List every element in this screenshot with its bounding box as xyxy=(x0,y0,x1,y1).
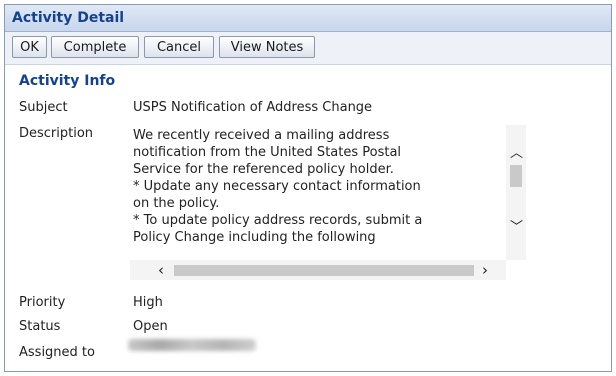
description-label: Description xyxy=(19,126,94,141)
status-value: Open xyxy=(133,319,168,334)
assigned-to-label: Assigned to xyxy=(19,345,95,360)
description-line: Service for the referenced policy holder… xyxy=(133,162,394,177)
section-heading: Activity Info xyxy=(19,73,116,89)
description-field[interactable]: We recently received a mailing address n… xyxy=(130,125,526,281)
subject-value: USPS Notification of Address Change xyxy=(133,100,373,115)
priority-label: Priority xyxy=(19,295,66,310)
vertical-scroll-thumb[interactable] xyxy=(510,165,522,187)
description-line: * Update any necessary contact informati… xyxy=(133,179,421,194)
description-line: * To update policy address records, subm… xyxy=(133,213,423,228)
toolbar: OK Complete Cancel View Notes xyxy=(5,32,611,65)
description-line: on the policy. xyxy=(133,196,220,211)
chevron-right-icon[interactable]: › xyxy=(482,261,488,279)
horizontal-scrollbar[interactable]: ‹ › xyxy=(130,260,506,280)
description-text: We recently received a mailing address n… xyxy=(133,127,488,246)
status-label: Status xyxy=(19,319,61,334)
view-notes-button[interactable]: View Notes xyxy=(219,36,315,58)
description-line: Policy Change including the following xyxy=(133,230,376,245)
horizontal-scroll-thumb[interactable] xyxy=(174,265,474,276)
vertical-scrollbar[interactable]: ︿ ﹀ xyxy=(506,125,526,260)
description-line: We recently received a mailing address xyxy=(133,128,390,143)
window-title: Activity Detail xyxy=(5,5,611,32)
subject-label: Subject xyxy=(19,100,68,115)
cancel-button[interactable]: Cancel xyxy=(144,36,214,58)
chevron-down-icon[interactable]: ﹀ xyxy=(510,216,523,235)
ok-button[interactable]: OK xyxy=(12,36,47,58)
priority-value: High xyxy=(133,295,163,310)
chevron-up-icon[interactable]: ︿ xyxy=(510,142,523,161)
complete-button[interactable]: Complete xyxy=(51,36,139,58)
redacted-assignee xyxy=(128,339,256,351)
activity-detail-window: Activity Detail OK Complete Cancel View … xyxy=(4,4,612,372)
chevron-left-icon[interactable]: ‹ xyxy=(158,261,164,279)
description-line: notification from the United States Post… xyxy=(133,145,402,160)
